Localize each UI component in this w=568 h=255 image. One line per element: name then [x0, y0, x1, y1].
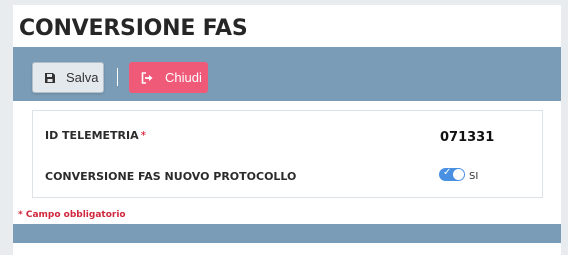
save-button[interactable]: Salva — [32, 62, 104, 93]
required-asterisk: * — [140, 129, 147, 142]
form-panel: CONVERSIONE FAS Salva Chiudi ID TELEMETR… — [13, 5, 561, 255]
bottom-bar — [13, 224, 561, 243]
id-telemetria-value: 071331 — [440, 130, 495, 145]
sign-out-icon — [141, 71, 155, 85]
id-telemetria-label-text: ID TELEMETRIA — [45, 129, 139, 142]
toolbar-divider — [117, 68, 118, 86]
toggle-state-text: SI — [469, 171, 479, 182]
id-telemetria-label: ID TELEMETRIA * — [45, 129, 146, 142]
required-field-note: * Campo obbligatorio — [18, 210, 126, 220]
save-button-label: Salva — [66, 70, 99, 85]
page-title: CONVERSIONE FAS — [19, 16, 248, 41]
conversione-fas-label: CONVERSIONE FAS NUOVO PROTOCOLLO — [45, 170, 297, 183]
form-card: ID TELEMETRIA * 071331 CONVERSIONE FAS NU… — [32, 110, 543, 198]
floppy-disk-icon — [44, 71, 58, 85]
toolbar: Salva Chiudi — [13, 47, 561, 101]
toggle-knob — [453, 169, 464, 180]
conversione-fas-toggle[interactable]: ✓ — [439, 167, 465, 181]
close-button-label: Chiudi — [165, 70, 202, 85]
close-button[interactable]: Chiudi — [129, 62, 208, 93]
check-icon: ✓ — [443, 167, 452, 178]
